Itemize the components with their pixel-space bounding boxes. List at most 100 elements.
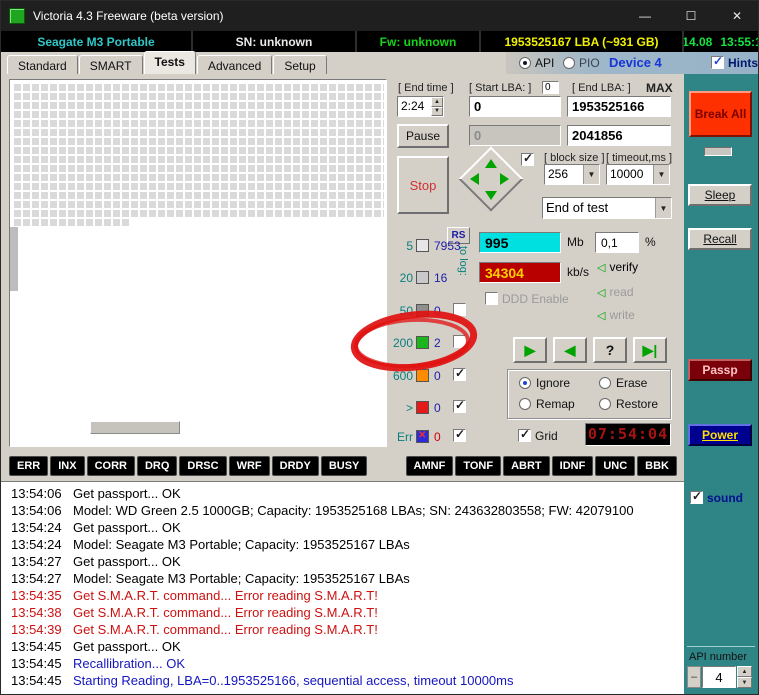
legend-color-swatch	[416, 401, 429, 414]
log-line: 13:54:27 Model: Seagate M3 Portable; Capa…	[11, 571, 410, 586]
api-number-minus[interactable]: –	[687, 666, 701, 688]
end-lba-label: [ End LBA: ]	[572, 82, 631, 94]
rate-field: 34304	[479, 262, 561, 283]
legend-color-swatch	[416, 271, 429, 284]
horizontal-scrollbar-thumb[interactable]	[90, 421, 180, 434]
grid-checkbox[interactable]: ✓	[518, 427, 531, 442]
action-write[interactable]: ◁ write	[597, 308, 635, 322]
api-radio[interactable]	[519, 57, 531, 69]
api-number-spinner[interactable]: ▲ ▼	[737, 666, 752, 688]
radio-icon	[599, 398, 611, 410]
nav-right-icon[interactable]	[500, 173, 509, 185]
back-button[interactable]: ◀	[553, 337, 587, 363]
flag-corr: CORR	[86, 456, 135, 476]
surface-scan-grid-partial	[12, 217, 130, 227]
action-read[interactable]: ◁ read	[597, 285, 634, 299]
start-test-button[interactable]: ▶	[513, 337, 547, 363]
start-lba-input[interactable]: 0	[469, 96, 561, 117]
sleep-button[interactable]: Sleep	[688, 184, 752, 206]
log-err-checkbox[interactable]: ✓	[453, 428, 466, 442]
drive-info-bar: Seagate M3 Portable SN: unknown Fw: unkn…	[1, 31, 758, 52]
break-all-button[interactable]: Break All	[689, 91, 752, 137]
hints-checkbox[interactable]: ✓	[711, 55, 724, 69]
pio-radio[interactable]	[563, 57, 575, 69]
tab-tests[interactable]: Tests	[143, 51, 196, 76]
defect-option-remap[interactable]: Remap	[519, 397, 575, 411]
defect-option-erase[interactable]: Erase	[599, 376, 647, 390]
nav-down-icon[interactable]	[485, 191, 497, 200]
passp-button[interactable]: Passp	[688, 359, 752, 381]
dropdown-arrow-icon[interactable]: ▼	[583, 165, 599, 184]
log-50-checkbox[interactable]	[453, 303, 466, 316]
buffer-field: 995	[479, 232, 561, 253]
end-time-value: 2:24	[401, 99, 425, 113]
divider	[687, 646, 755, 647]
legend-speed-label: >	[405, 400, 413, 415]
spin-up-icon[interactable]: ▲	[431, 97, 443, 107]
defect-option-restore[interactable]: Restore	[599, 397, 658, 411]
spin-down-icon[interactable]: ▼	[737, 677, 752, 688]
timeout-label: [ timeout,ms ]	[606, 152, 673, 164]
title-bar: Victoria 4.3 Freeware (beta version) — ☐…	[1, 1, 758, 31]
power-button[interactable]: Power	[688, 424, 752, 446]
pause-button[interactable]: Pause	[397, 124, 449, 148]
rate-unit-label: kb/s	[567, 265, 590, 279]
event-log: 13:54:06 Get passport... OK 13:54:06 Model…	[1, 481, 684, 694]
stop-button[interactable]: Stop	[397, 156, 449, 214]
drive-model: Seagate M3 Portable	[1, 31, 193, 52]
dropdown-arrow-icon[interactable]: ▼	[655, 198, 671, 218]
log-line: 13:54:06 Get passport... OK	[11, 486, 181, 501]
log-line: 13:54:45 Recallibration... OK	[11, 656, 185, 671]
dropdown-arrow-icon[interactable]: ▼	[653, 165, 669, 184]
nav-left-icon[interactable]	[470, 173, 479, 185]
ddd-enable-checkbox[interactable]	[485, 292, 498, 305]
victoria-window: Victoria 4.3 Freeware (beta version) — ☐…	[0, 0, 759, 695]
surface-scan-grid	[12, 82, 384, 217]
log-600-checkbox[interactable]: ✓	[453, 367, 466, 381]
close-button[interactable]: ✕	[714, 1, 758, 31]
legend-speed-label: 20	[399, 270, 413, 285]
log-gt-checkbox[interactable]: ✓	[453, 399, 466, 413]
start-lba-mini-field[interactable]: 0	[542, 81, 559, 94]
api-number-input[interactable]: 4	[702, 666, 736, 688]
legend-color-swatch	[416, 369, 429, 382]
flag-bbk: BBK	[637, 456, 677, 476]
radio-icon	[519, 377, 531, 389]
device-label: Device 4	[609, 55, 662, 70]
log-line: 13:54:24 Get passport... OK	[11, 520, 181, 535]
radio-icon	[519, 398, 531, 410]
loop-checkbox[interactable]: ✓	[521, 152, 534, 166]
max-label[interactable]: MAX	[646, 81, 673, 95]
end-lba-input[interactable]: 1953525166	[567, 96, 671, 117]
start-lba-label: [ Start LBA: ]	[469, 82, 532, 94]
current-position-field: 0	[469, 125, 561, 146]
legend-row-gt: > 0	[391, 400, 441, 415]
sound-checkbox[interactable]: ✓	[690, 490, 703, 504]
action-verify[interactable]: ◁ verify	[597, 260, 638, 274]
nav-up-icon[interactable]	[485, 159, 497, 168]
checkmark-icon: ✓	[520, 427, 531, 441]
recall-button[interactable]: Recall	[688, 228, 752, 250]
drive-firmware: Fw: unknown	[357, 31, 481, 52]
timeout-value: 10000	[610, 167, 644, 181]
spin-up-icon[interactable]: ▲	[737, 666, 752, 677]
block-size-combo[interactable]: 256 ▼	[544, 164, 600, 185]
timeout-combo[interactable]: 10000 ▼	[606, 164, 670, 185]
log-line: 13:54:35 Get S.M.A.R.T. command... Error …	[11, 588, 378, 603]
spin-down-icon[interactable]: ▼	[431, 106, 443, 116]
log-200-checkbox[interactable]	[453, 335, 466, 348]
log-line: 13:54:39 Get S.M.A.R.T. command... Error …	[11, 622, 378, 637]
defect-option-ignore[interactable]: Ignore	[519, 376, 570, 390]
legend-color-swatch	[416, 239, 429, 252]
percent-unit-label: %	[645, 235, 656, 249]
ddd-enable-label: DDD Enable	[502, 292, 569, 306]
minimize-button[interactable]: —	[622, 1, 668, 31]
err-legend-icon: ✕	[416, 430, 429, 443]
skip-end-button[interactable]: ▶|	[633, 337, 667, 363]
maximize-button[interactable]: ☐	[668, 1, 714, 31]
vertical-scrollbar-thumb[interactable]	[10, 227, 18, 291]
hints-label: Hints	[728, 56, 758, 70]
end-time-spinner[interactable]: 2:24 ▲ ▼	[397, 96, 444, 117]
seek-question-button[interactable]: ?	[593, 337, 627, 363]
end-of-test-combo[interactable]: End of test ▼	[542, 197, 672, 219]
